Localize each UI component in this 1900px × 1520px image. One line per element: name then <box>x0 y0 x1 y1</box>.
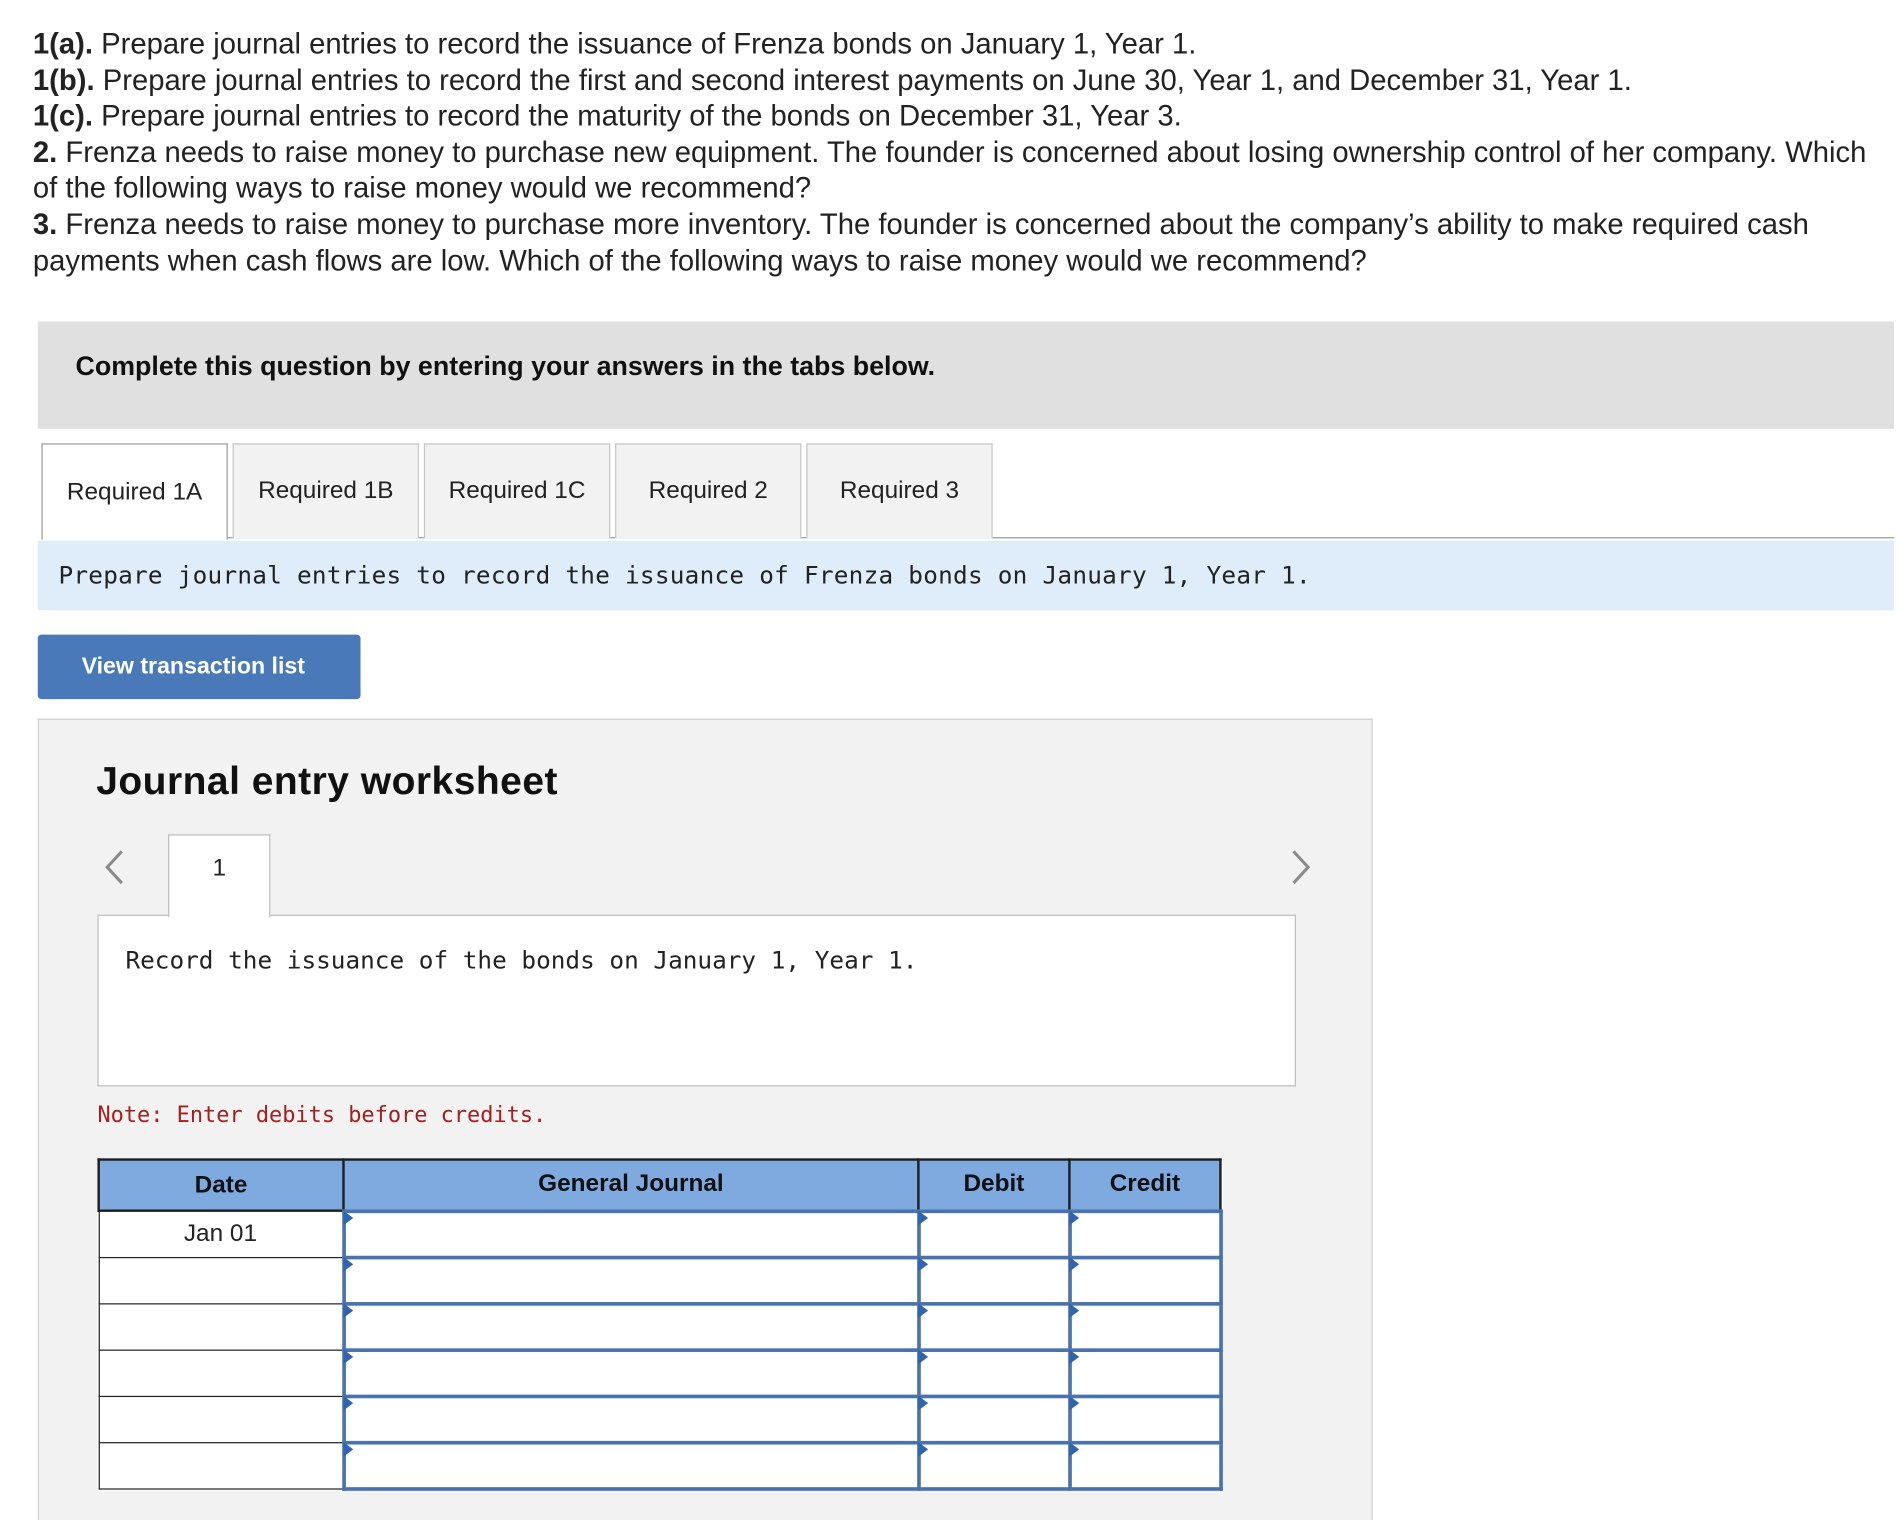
account-field[interactable] <box>341 1440 921 1491</box>
account-input[interactable] <box>345 1212 917 1256</box>
date-cell <box>98 1302 345 1351</box>
debit-field[interactable] <box>916 1255 1072 1306</box>
account-field[interactable] <box>341 1208 921 1259</box>
debit-input[interactable] <box>920 1212 1068 1256</box>
instruction-1a: 1(a). Prepare journal entries to record … <box>32 28 1197 61</box>
debit-field[interactable] <box>916 1208 1072 1259</box>
debit-field[interactable] <box>916 1301 1072 1352</box>
account-field[interactable] <box>341 1394 921 1444</box>
prompt-text: Prepare journal entries to record the is… <box>58 560 1311 590</box>
debit-field[interactable] <box>916 1440 1072 1491</box>
instructions: 1(a). Prepare journal entries to record … <box>33 27 1897 279</box>
tab-required-1a[interactable]: Required 1A <box>41 443 228 540</box>
entry-tab-1[interactable]: 1 <box>168 834 271 918</box>
requirement-prompt: Prepare journal entries to record the is… <box>37 540 1894 611</box>
debit-field[interactable] <box>916 1347 1072 1398</box>
column-header-date: Date <box>97 1158 345 1212</box>
column-header-general-journal: General Journal <box>342 1158 920 1212</box>
debits-credits-note: Note: Enter debits before credits. <box>97 1102 547 1128</box>
debit-input[interactable] <box>920 1443 1068 1487</box>
requirement-tabs: Required 1A Required 1B Required 1C Requ… <box>41 443 1894 540</box>
account-input[interactable] <box>345 1258 917 1302</box>
credit-input[interactable] <box>1071 1351 1219 1395</box>
table-row <box>98 1394 1223 1444</box>
table-row <box>98 1301 1223 1352</box>
instruction-2: 2. Frenza needs to raise money to purcha… <box>32 136 1867 206</box>
credit-input[interactable] <box>1071 1443 1219 1487</box>
column-header-credit: Credit <box>1068 1158 1222 1212</box>
credit-input[interactable] <box>1071 1305 1219 1348</box>
tab-required-2[interactable]: Required 2 <box>615 443 802 539</box>
table-row <box>98 1255 1223 1306</box>
chevron-left-icon[interactable] <box>102 847 126 888</box>
account-input[interactable] <box>345 1443 917 1487</box>
journal-table: Date General Journal Debit Credit Jan 01 <box>97 1158 1223 1491</box>
date-cell <box>98 1256 345 1304</box>
column-header-debit: Debit <box>917 1158 1071 1212</box>
instructions-banner: Complete this question by entering your … <box>37 321 1894 429</box>
worksheet-title: Journal entry worksheet <box>96 758 558 803</box>
credit-input[interactable] <box>1071 1258 1219 1302</box>
chevron-right-icon[interactable] <box>1289 847 1313 888</box>
date-cell <box>98 1441 345 1490</box>
account-input[interactable] <box>345 1351 917 1395</box>
debit-input[interactable] <box>920 1258 1068 1302</box>
date-cell: Jan 01 <box>98 1210 345 1258</box>
debit-input[interactable] <box>920 1397 1068 1441</box>
debit-input[interactable] <box>920 1305 1068 1348</box>
instruction-3: 3. Frenza needs to raise money to purcha… <box>32 208 1809 278</box>
instruction-1b: 1(b). Prepare journal entries to record … <box>32 64 1632 97</box>
account-input[interactable] <box>345 1397 917 1441</box>
table-row: Jan 01 <box>98 1208 1223 1259</box>
credit-input[interactable] <box>1071 1212 1219 1256</box>
credit-field[interactable] <box>1067 1394 1223 1444</box>
instruction-1c: 1(c). Prepare journal entries to record … <box>32 100 1182 133</box>
credit-field[interactable] <box>1067 1301 1223 1352</box>
account-input[interactable] <box>345 1305 917 1348</box>
journal-worksheet-panel: Journal entry worksheet 1 Record the iss… <box>37 718 1373 1520</box>
entry-description: Record the issuance of the bonds on Janu… <box>125 945 918 975</box>
debit-field[interactable] <box>916 1394 1072 1444</box>
table-row <box>98 1440 1223 1491</box>
tab-required-3[interactable]: Required 3 <box>806 443 993 539</box>
credit-field[interactable] <box>1067 1440 1223 1491</box>
credit-input[interactable] <box>1071 1397 1219 1441</box>
tab-required-1b[interactable]: Required 1B <box>232 443 419 539</box>
credit-field[interactable] <box>1067 1347 1223 1398</box>
credit-field[interactable] <box>1067 1255 1223 1306</box>
date-cell <box>98 1395 345 1443</box>
date-cell <box>98 1348 345 1397</box>
banner-text: Complete this question by entering your … <box>75 350 936 382</box>
credit-field[interactable] <box>1067 1208 1223 1259</box>
tab-required-1c[interactable]: Required 1C <box>423 443 611 539</box>
account-field[interactable] <box>341 1255 921 1306</box>
view-transaction-list-button[interactable]: View transaction list <box>37 634 361 700</box>
debit-input[interactable] <box>920 1351 1068 1395</box>
account-field[interactable] <box>341 1347 921 1398</box>
table-row <box>98 1347 1223 1398</box>
entry-description-box: Record the issuance of the bonds on Janu… <box>97 914 1296 1087</box>
account-field[interactable] <box>341 1301 921 1352</box>
